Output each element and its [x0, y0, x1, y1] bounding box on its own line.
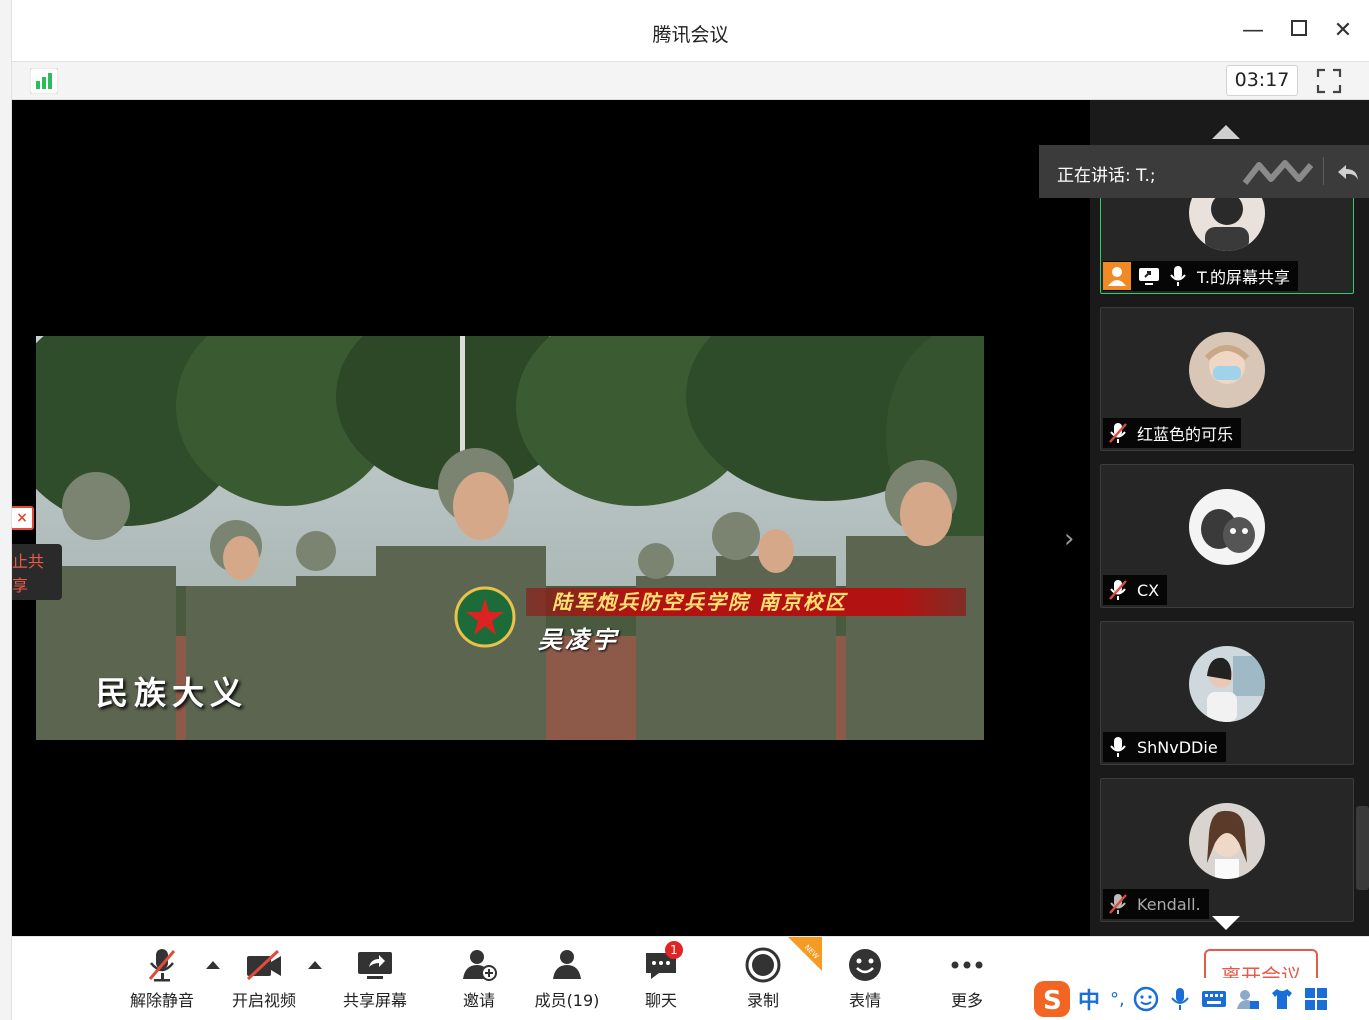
voice-wave-icon [1242, 160, 1314, 185]
speaking-label: 正在讲话: T.; [1057, 166, 1156, 186]
members-button[interactable]: 成员(19) [534, 945, 600, 1011]
chevron-right-icon[interactable]: › [1064, 524, 1084, 554]
add-user-icon [459, 945, 499, 985]
ime-voice-icon[interactable] [1167, 986, 1193, 1012]
participant-name: Kendall. [1137, 894, 1201, 914]
camera-off-icon [244, 945, 284, 985]
participant-name-tag: 红蓝色的可乐 [1103, 418, 1242, 448]
volume-scrollbar[interactable] [1356, 806, 1369, 890]
participant-tile[interactable]: ShNvDDie [1100, 621, 1354, 765]
sogou-logo-icon[interactable]: S [1032, 979, 1072, 1019]
chat-button[interactable]: 1 聊天 [636, 941, 686, 1011]
participant-tile[interactable]: CX [1100, 464, 1354, 608]
participant-name-tag: T.的屏幕共享 [1103, 261, 1298, 291]
title-bar: 腾讯会议 — ✕ [12, 0, 1369, 62]
start-video-button[interactable]: 开启视频 [230, 945, 298, 1011]
signal-strength-icon[interactable] [30, 68, 58, 94]
stop-share-close-icon[interactable]: × [12, 506, 34, 530]
ime-mode-toggle[interactable]: 中 [1078, 983, 1100, 1015]
scroll-down-icon[interactable] [1212, 916, 1240, 930]
meeting-timer: 03:17 [1226, 65, 1298, 96]
participant-name: 红蓝色的可乐 [1137, 425, 1234, 444]
app-window: 腾讯会议 — ✕ 03:17 陆军炮兵防空兵学院 南京校区 吴凌宇 民族大义 ×… [0, 0, 1369, 1020]
microphone-muted-icon [142, 945, 182, 985]
army-emblem-icon [454, 586, 516, 648]
fullscreen-icon[interactable] [1316, 68, 1342, 94]
shared-screen-stage: 陆军炮兵防空兵学院 南京校区 吴凌宇 民族大义 × 止共享 › [12, 100, 1090, 936]
avatar [1189, 489, 1265, 565]
host-icon [1103, 262, 1131, 290]
maximize-button[interactable] [1284, 16, 1314, 46]
more-button[interactable]: 更多 [942, 945, 992, 1011]
ime-emoji-icon[interactable] [1133, 986, 1159, 1012]
stop-share-label[interactable]: 止共享 [12, 544, 62, 600]
video-options-caret-icon[interactable] [308, 961, 322, 969]
share-screen-button[interactable]: 共享屏幕 [338, 945, 412, 1011]
unmute-button[interactable]: 解除静音 [128, 945, 196, 1011]
chat-unread-badge: 1 [665, 941, 683, 959]
svg-text:S: S [1043, 986, 1062, 1016]
close-button[interactable]: ✕ [1328, 16, 1358, 46]
more-dots-icon [947, 945, 987, 985]
participant-tile[interactable]: 红蓝色的可乐 [1100, 307, 1354, 451]
record-icon [743, 945, 783, 985]
microphone-muted-icon [1109, 580, 1127, 600]
participant-name-tag: CX [1103, 575, 1168, 605]
participant-name: CX [1137, 580, 1160, 600]
invite-button[interactable]: 邀请 [454, 945, 504, 1011]
video-banner: 陆军炮兵防空兵学院 南京校区 [526, 588, 966, 616]
maximize-icon [1291, 20, 1307, 36]
shared-video[interactable]: 陆军炮兵防空兵学院 南京校区 吴凌宇 民族大义 [36, 336, 984, 740]
participant-tile[interactable]: Kendall. [1100, 778, 1354, 922]
ime-punct-toggle[interactable]: °, [1110, 989, 1125, 1010]
microphone-icon [1170, 266, 1186, 286]
minimize-button[interactable]: — [1238, 16, 1268, 46]
avatar [1189, 803, 1265, 879]
scroll-up-icon[interactable] [1212, 125, 1240, 139]
participant-name-tag: Kendall. [1103, 889, 1209, 919]
participant-gallery: T.的屏幕共享 红蓝色的可乐 CX ShNvDDie Kendall. [1090, 100, 1369, 936]
participant-name: ShNvDDie [1137, 737, 1218, 757]
window-title: 腾讯会议 [652, 24, 729, 46]
stop-share-control[interactable]: × 止共享 [12, 506, 62, 600]
emoji-button[interactable]: 表情 [840, 945, 890, 1011]
microphone-muted-icon [1109, 423, 1127, 443]
video-caption: 民族大义 [96, 674, 249, 712]
participant-name: T.的屏幕共享 [1197, 268, 1290, 287]
microphone-icon [1110, 737, 1126, 757]
microphone-muted-icon [1109, 894, 1127, 914]
divider [1323, 157, 1324, 185]
ime-keyboard-icon[interactable] [1201, 986, 1227, 1012]
ime-toolbox-icon[interactable] [1303, 986, 1329, 1012]
avatar [1189, 332, 1265, 408]
members-icon [547, 945, 587, 985]
audio-options-caret-icon[interactable] [206, 961, 220, 969]
ime-skin-icon[interactable] [1269, 986, 1295, 1012]
chat-icon: 1 [641, 941, 683, 985]
participant-name-tag: ShNvDDie [1103, 732, 1226, 762]
left-edge-strip [0, 0, 12, 1020]
screen-share-icon [1137, 264, 1161, 288]
status-bar: 03:17 [12, 62, 1369, 100]
new-feature-tag: NEW [788, 937, 822, 971]
ime-user-icon[interactable] [1235, 986, 1261, 1012]
speaking-indicator: 正在讲话: T.; [1039, 145, 1369, 198]
record-button[interactable]: 录制 [738, 945, 788, 1011]
reply-arrow-icon[interactable] [1335, 159, 1361, 185]
emoji-icon [845, 945, 885, 985]
avatar [1189, 646, 1265, 722]
video-person-name: 吴凌宇 [538, 625, 619, 654]
share-screen-icon [355, 945, 395, 985]
input-method-bar: S 中 °, [1032, 978, 1342, 1020]
